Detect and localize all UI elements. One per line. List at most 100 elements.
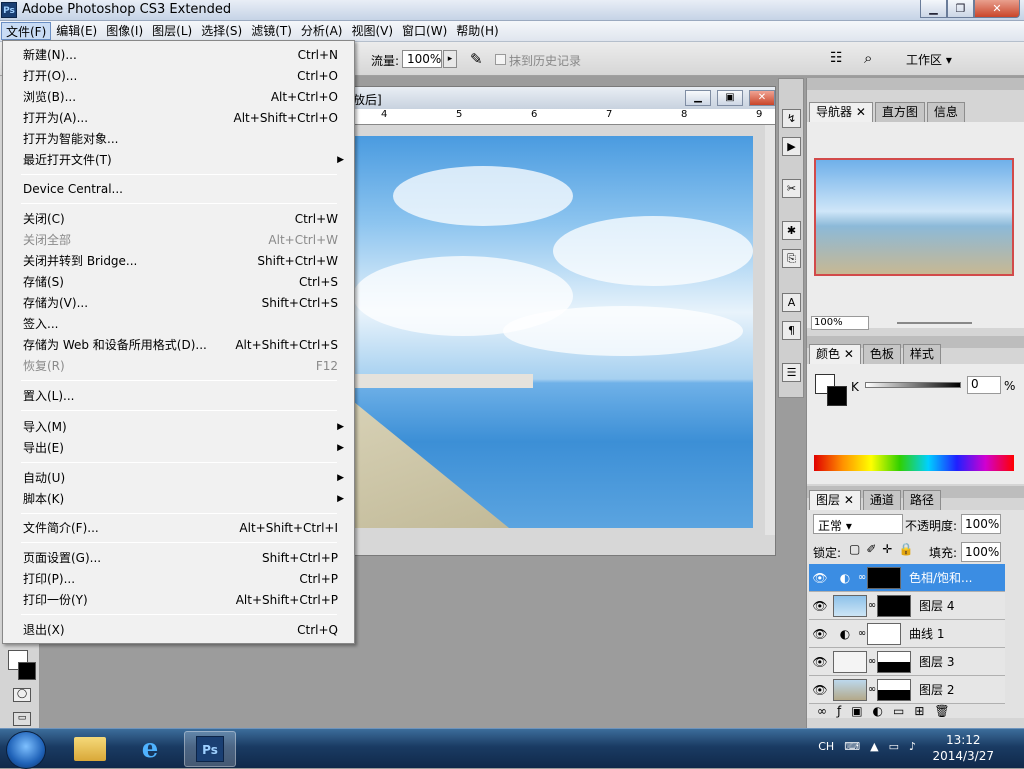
close-button[interactable]: ✕ [974, 0, 1020, 18]
layer-mask[interactable] [877, 678, 911, 701]
layer-row[interactable]: 👁 ∞ 图层 2 [809, 676, 1005, 704]
menu-item-open-smart-object[interactable]: 打开为智能对象... [5, 129, 352, 150]
flow-arrow-icon[interactable]: ▸ [443, 50, 457, 68]
menu-select[interactable]: 选择(S) [197, 22, 246, 40]
network-icon[interactable]: ▭ [889, 740, 899, 753]
navigator-zoom-input[interactable]: 100% [811, 316, 869, 330]
menu-item-close-to-bridge[interactable]: 关闭并转到 Bridge... Shift+Ctrl+W [5, 251, 352, 272]
doc-minimize-button[interactable]: ▁ [685, 90, 711, 106]
tray-arrow-icon[interactable]: ▲ [870, 740, 878, 753]
color-k-slider[interactable] [865, 382, 961, 388]
menu-item-file-info[interactable]: 文件简介(F)... Alt+Shift+Ctrl+I [5, 518, 352, 539]
menu-item-page-setup[interactable]: 页面设置(G)... Shift+Ctrl+P [5, 548, 352, 569]
menu-window[interactable]: 窗口(W) [398, 22, 451, 40]
character-icon[interactable]: A [782, 293, 801, 312]
fill-input[interactable]: 100% [961, 542, 1001, 562]
menu-item-automate[interactable]: 自动(U) ▶ [5, 468, 352, 489]
airbrush-icon[interactable]: ✎ [470, 50, 483, 68]
tool-presets-icon[interactable]: ✂ [782, 179, 801, 198]
menu-help[interactable]: 帮助(H) [452, 22, 502, 40]
eye-icon[interactable]: 👁 [809, 571, 831, 585]
blend-mode-select[interactable]: 正常 ▾ [813, 514, 903, 534]
quick-mask-icon[interactable]: ◯ [13, 688, 31, 702]
menu-item-save[interactable]: 存储(S) Ctrl+S [5, 272, 352, 293]
tab-channels[interactable]: 通道 [862, 490, 901, 510]
tab-paths[interactable]: 路径 [902, 490, 941, 510]
maximize-button[interactable]: ❐ [947, 0, 974, 18]
menu-item-exit[interactable]: 退出(X) Ctrl+Q [5, 620, 352, 641]
layer-row[interactable]: 👁 ∞ 图层 3 [809, 648, 1005, 676]
minimize-button[interactable]: ▁ [920, 0, 947, 18]
menu-item-recent[interactable]: 最近打开文件(T) ▶ [5, 150, 352, 171]
menu-filter[interactable]: 滤镜(T) [247, 22, 296, 40]
menu-item-check-in[interactable]: 签入... [5, 314, 352, 335]
clock[interactable]: 13:12 2014/3/27 [932, 732, 994, 764]
menu-item-open-as[interactable]: 打开为(A)... Alt+Shift+Ctrl+O [5, 108, 352, 129]
layer-row[interactable]: 👁 ∞ 图层 4 [809, 592, 1005, 620]
paragraph-icon[interactable]: ¶ [782, 321, 801, 340]
layer-row[interactable]: 👁 ◐ ∞ 色相/饱和... [809, 564, 1005, 592]
tab-layers[interactable]: 图层 ✕ [809, 490, 861, 510]
menu-item-close[interactable]: 关闭(C) Ctrl+W [5, 209, 352, 230]
menu-item-place[interactable]: 置入(L)... [5, 386, 352, 407]
tab-histogram[interactable]: 直方图 [874, 102, 925, 122]
layer-mask[interactable] [877, 650, 911, 673]
eye-icon[interactable]: 👁 [809, 683, 831, 697]
volume-icon[interactable]: ♪ [909, 740, 916, 753]
menu-view[interactable]: 视图(V) [347, 22, 397, 40]
color-k-input[interactable]: 0 [967, 376, 1001, 394]
history-icon[interactable]: ↯ [782, 109, 801, 128]
start-button[interactable] [6, 731, 46, 769]
screen-mode-icon[interactable]: ▭ [13, 712, 31, 726]
navigator-zoom-slider[interactable] [897, 322, 972, 324]
menu-item-new[interactable]: 新建(N)... Ctrl+N [5, 45, 352, 66]
workspace-button[interactable]: 工作区 ▾ [906, 51, 952, 68]
color-bg-swatch[interactable] [827, 386, 847, 406]
eye-icon[interactable]: 👁 [809, 627, 831, 641]
menu-analysis[interactable]: 分析(A) [297, 22, 347, 40]
menu-item-save-as[interactable]: 存储为(V)... Shift+Ctrl+S [5, 293, 352, 314]
menu-edit[interactable]: 编辑(E) [52, 22, 101, 40]
menu-item-import[interactable]: 导入(M) ▶ [5, 417, 352, 438]
brushes-icon[interactable]: ✱ [782, 221, 801, 240]
tab-info[interactable]: 信息 [926, 102, 965, 122]
menu-layer[interactable]: 图层(L) [148, 22, 196, 40]
menu-item-print[interactable]: 打印(P)... Ctrl+P [5, 569, 352, 590]
palette-icon[interactable]: ☷ [830, 50, 843, 66]
eye-icon[interactable]: 👁 [809, 599, 831, 613]
explorer-taskbar-icon[interactable] [64, 731, 116, 767]
internet-explorer-icon[interactable]: e [124, 731, 176, 767]
layer-mask[interactable] [867, 622, 901, 645]
clone-source-icon[interactable]: ⎘ [782, 249, 801, 268]
menu-item-device-central[interactable]: Device Central... [5, 179, 352, 200]
tab-color[interactable]: 颜色 ✕ [809, 344, 861, 364]
tab-styles[interactable]: 样式 [902, 344, 941, 364]
menu-item-scripts[interactable]: 脚本(K) ▶ [5, 489, 352, 510]
lock-icons[interactable]: ▢✐✛🔒 [849, 542, 919, 556]
background-color-swatch[interactable] [18, 662, 36, 680]
layer-mask[interactable] [877, 594, 911, 617]
language-indicator[interactable]: CH [818, 740, 834, 753]
menu-item-browse[interactable]: 浏览(B)... Alt+Ctrl+O [5, 87, 352, 108]
vertical-scrollbar[interactable] [765, 125, 775, 535]
navigator-thumbnail[interactable] [814, 158, 1014, 276]
actions-icon[interactable]: ▶ [782, 137, 801, 156]
doc-maximize-button[interactable]: ▣ [717, 90, 743, 106]
tab-swatches[interactable]: 色板 [862, 344, 901, 364]
bridge-icon[interactable]: ⌕ [864, 49, 872, 67]
doc-close-button[interactable]: ✕ [749, 90, 775, 106]
tab-navigator[interactable]: 导航器 ✕ [809, 102, 873, 122]
eye-icon[interactable]: 👁 [809, 655, 831, 669]
layer-mask[interactable] [867, 566, 901, 589]
flow-input[interactable]: 100% [402, 50, 442, 68]
menu-item-print-one-copy[interactable]: 打印一份(Y) Alt+Shift+Ctrl+P [5, 590, 352, 611]
photoshop-taskbar-icon[interactable]: Ps [184, 731, 236, 767]
color-spectrum-bar[interactable] [814, 455, 1014, 471]
menu-item-save-for-web[interactable]: 存储为 Web 和设备所用格式(D)... Alt+Shift+Ctrl+S [5, 335, 352, 356]
layer-row[interactable]: 👁 ◐ ∞ 曲线 1 [809, 620, 1005, 648]
menu-image[interactable]: 图像(I) [102, 22, 147, 40]
keyboard-icon[interactable]: ⌨ [844, 740, 860, 753]
layer-footer-icons[interactable]: ∞ƒ▣◐▭⊞🗑 [817, 704, 960, 718]
opacity-input[interactable]: 100% [961, 514, 1001, 534]
history-checkbox[interactable] [495, 54, 506, 65]
